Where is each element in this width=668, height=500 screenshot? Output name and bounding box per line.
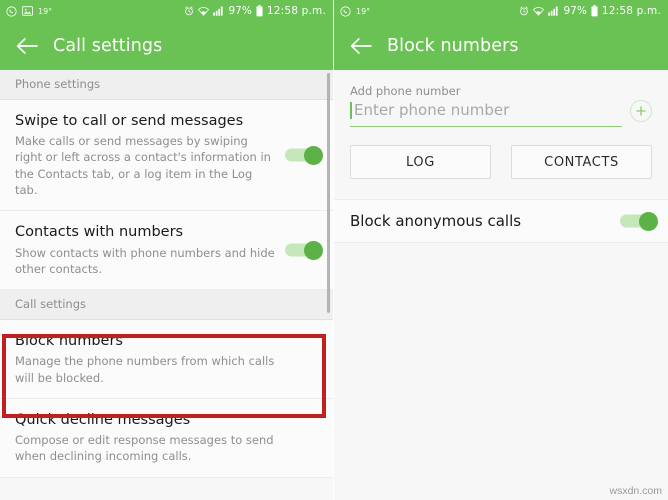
section-header-call-settings: Call settings: [0, 290, 333, 321]
list-item-subtitle: Make calls or send messages by swiping r…: [15, 134, 271, 198]
clock-label: 12:58 p.m.: [601, 5, 661, 17]
app-bar-right: Block numbers: [334, 22, 668, 70]
page-title: Block numbers: [387, 36, 519, 56]
toggle-block-anonymous-calls[interactable]: [620, 211, 658, 231]
list-item-block-anonymous-calls[interactable]: Block anonymous calls: [334, 199, 668, 243]
status-bar-system-icons: 97% 12:58 p.m.: [184, 5, 326, 17]
plus-icon[interactable]: [630, 100, 652, 122]
status-bar-notifications: 19°: [340, 5, 371, 17]
left-phone-screen: 19° 97% 12:58 p.m. Call settings Phone s…: [0, 0, 334, 500]
list-item-swipe-to-call[interactable]: Swipe to call or send messages Make call…: [0, 100, 333, 212]
whatsapp-icon: [6, 5, 17, 17]
list-item-title: Block anonymous calls: [350, 212, 522, 230]
screenshot-pair: 19° 97% 12:58 p.m. Call settings Phone s…: [0, 0, 668, 500]
wifi-icon: [533, 6, 545, 16]
temperature-indicator: 19°: [356, 6, 371, 16]
clock-label: 12:58 p.m.: [266, 5, 326, 17]
alarm-icon: [184, 6, 194, 16]
right-phone-screen: 19° 97% 12:58 p.m. Block numbers Add pho…: [334, 0, 668, 500]
toggle-contacts-with-numbers[interactable]: [285, 240, 323, 260]
list-item-subtitle: Show contacts with phone numbers and hid…: [15, 245, 275, 276]
alarm-icon: [519, 6, 529, 16]
contacts-button[interactable]: CONTACTS: [511, 145, 652, 179]
signal-icon: [548, 6, 559, 16]
signal-icon: [213, 6, 224, 16]
text-caret: [350, 102, 352, 119]
list-item-title: Quick decline messages: [15, 412, 191, 428]
toggle-thumb: [304, 145, 323, 165]
temperature-indicator: 19°: [38, 6, 53, 16]
status-bar-system-icons: 97% 12:58 p.m.: [519, 5, 661, 17]
list-item-contacts-with-numbers[interactable]: Contacts with numbers Show contacts with…: [0, 211, 333, 291]
image-icon: [22, 6, 33, 16]
status-bar-notifications: 19°: [6, 5, 53, 17]
list-item-block-numbers[interactable]: Block numbers Manage the phone numbers f…: [0, 320, 333, 399]
status-bar-right: 19° 97% 12:58 p.m.: [334, 0, 668, 22]
battery-icon: [256, 5, 263, 17]
wifi-icon: [198, 6, 210, 16]
toggle-thumb: [639, 211, 658, 231]
add-phone-number-row: Enter phone number: [350, 100, 652, 127]
section-header-phone-settings: Phone settings: [0, 70, 333, 100]
phone-number-input-wrap[interactable]: Enter phone number: [350, 100, 622, 127]
toggle-swipe-to-call[interactable]: [285, 145, 323, 165]
battery-percent-label: 97%: [228, 5, 252, 17]
app-bar-left: Call settings: [0, 22, 333, 70]
list-item-subtitle: Manage the phone numbers from which call…: [15, 354, 275, 385]
watermark: wsxdn.com: [609, 485, 662, 497]
battery-percent-label: 97%: [563, 5, 587, 17]
add-phone-number-label: Add phone number: [350, 84, 461, 98]
status-bar-left: 19° 97% 12:58 p.m.: [0, 0, 333, 22]
list-item-title: Block numbers: [15, 333, 123, 350]
block-numbers-content: Add phone number Enter phone number LOG …: [334, 70, 668, 500]
list-item-title: Swipe to call or send messages: [15, 113, 244, 129]
back-arrow-icon[interactable]: [348, 33, 374, 59]
list-item-subtitle: Compose or edit response messages to sen…: [15, 433, 274, 464]
add-phone-number-section: Add phone number Enter phone number LOG …: [334, 70, 668, 179]
list-item-quick-decline-messages[interactable]: Quick decline messages Compose or edit r…: [0, 399, 333, 478]
source-buttons: LOG CONTACTS: [350, 145, 652, 179]
log-button[interactable]: LOG: [350, 145, 491, 179]
phone-number-input[interactable]: Enter phone number: [350, 100, 622, 120]
whatsapp-icon: [340, 5, 351, 17]
battery-icon: [591, 5, 598, 17]
list-item-title: Contacts with numbers: [15, 224, 184, 241]
vertical-scrollbar[interactable]: [327, 73, 330, 313]
call-settings-list[interactable]: Phone settings Swipe to call or send mes…: [0, 70, 333, 500]
page-title: Call settings: [53, 36, 163, 56]
back-arrow-icon[interactable]: [14, 33, 40, 59]
toggle-thumb: [304, 240, 323, 260]
